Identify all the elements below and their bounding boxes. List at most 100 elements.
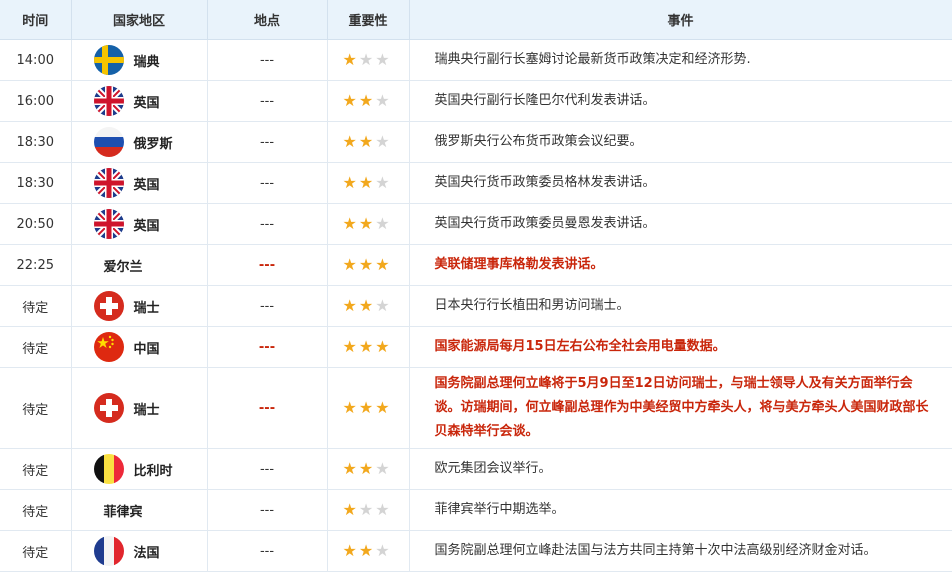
event-cell: 英国央行货币政策委员曼恩发表讲话。 bbox=[409, 203, 952, 245]
event-cell: 欧元集团会议举行。 bbox=[409, 448, 952, 490]
table-row: 待定 法国 --- ★ ★ ★ 国务院副总理何立峰赴法国与法方共同主持第十次中法高级别经济财… bbox=[0, 530, 952, 572]
star-filled-icon: ★ bbox=[358, 295, 374, 315]
importance-rating: ★ ★ ★ bbox=[327, 80, 410, 122]
time-cell: 22:25 bbox=[0, 244, 72, 286]
time-cell: 待定 bbox=[0, 448, 72, 490]
event-cell: 日本央行行长植田和男访问瑞士。 bbox=[409, 285, 952, 327]
star-filled-icon: ★ bbox=[342, 397, 357, 417]
star-filled-icon: ★ bbox=[358, 458, 374, 478]
time-cell: 14:00 bbox=[0, 39, 72, 81]
country-name: 菲律宾 bbox=[103, 504, 143, 520]
switzerland-flag-icon bbox=[93, 393, 124, 423]
table-row: 待定 瑞士 --- ★ ★ ★ 日本央行行长植田和男访问瑞士。 bbox=[0, 285, 952, 327]
place-cell: --- bbox=[207, 203, 328, 245]
star-filled-icon: ★ bbox=[358, 540, 374, 560]
russia-flag-icon bbox=[93, 127, 124, 157]
country-name: 法国 bbox=[133, 545, 160, 561]
country-cell: 中国 bbox=[71, 326, 208, 368]
place-cell: --- bbox=[207, 162, 328, 204]
country-cell: 爱尔兰 bbox=[71, 244, 208, 286]
event-cell: 英国央行副行长隆巴尔代利发表讲话。 bbox=[409, 80, 952, 122]
star-filled-icon: ★ bbox=[358, 213, 374, 233]
table-row: 14:00 瑞典 --- ★ ★ ★ 瑞典央行副行长塞姆讨论最新货币政策决定和经济形势. bbox=[0, 39, 952, 81]
header-time: 时间 bbox=[0, 0, 72, 40]
time-cell: 待定 bbox=[0, 530, 72, 572]
country-name: 英国 bbox=[133, 95, 160, 111]
star-filled-icon: ★ bbox=[342, 90, 357, 110]
country-cell: 英国 bbox=[71, 162, 208, 204]
star-empty-icon: ★ bbox=[375, 131, 390, 151]
time-cell: 18:30 bbox=[0, 121, 72, 163]
importance-rating: ★ ★ ★ bbox=[327, 285, 410, 327]
place-cell: --- bbox=[207, 530, 328, 572]
country-name: 爱尔兰 bbox=[103, 259, 143, 275]
country-cell: 法国 bbox=[71, 530, 208, 572]
star-empty-icon: ★ bbox=[358, 49, 374, 69]
table-body: 14:00 瑞典 --- ★ ★ ★ 瑞典央行副行长塞姆讨论最新货币政策决定和经济形势. 16… bbox=[0, 39, 952, 572]
star-filled-icon: ★ bbox=[375, 336, 390, 356]
country-name: 中国 bbox=[133, 341, 160, 357]
table-row: 待定 比利时 --- ★ ★ ★ 欧元集团会议举行。 bbox=[0, 448, 952, 490]
country-name: 俄罗斯 bbox=[133, 136, 173, 152]
header-country: 国家地区 bbox=[71, 0, 208, 40]
time-cell: 待定 bbox=[0, 489, 72, 531]
country-cell: 比利时 bbox=[71, 448, 208, 490]
star-empty-icon: ★ bbox=[375, 213, 390, 233]
star-filled-icon: ★ bbox=[342, 213, 357, 233]
time-cell: 待定 bbox=[0, 326, 72, 368]
sweden-flag-icon bbox=[93, 45, 124, 75]
country-cell: 瑞士 bbox=[71, 367, 208, 449]
country-cell: 俄罗斯 bbox=[71, 121, 208, 163]
star-filled-icon: ★ bbox=[342, 295, 357, 315]
place-cell: --- bbox=[207, 39, 328, 81]
importance-rating: ★ ★ ★ bbox=[327, 203, 410, 245]
country-name: 瑞士 bbox=[133, 300, 160, 316]
star-empty-icon: ★ bbox=[358, 499, 374, 519]
time-cell: 待定 bbox=[0, 367, 72, 449]
table-row: 18:30 英国 --- ★ ★ ★ 英国央行货币政策委员格林发表讲话。 bbox=[0, 162, 952, 204]
place-cell: --- bbox=[207, 448, 328, 490]
star-filled-icon: ★ bbox=[358, 397, 374, 417]
place-cell: --- bbox=[207, 367, 328, 449]
event-cell: 美联储理事库格勒发表讲话。 bbox=[409, 244, 952, 286]
table-row: 待定 瑞士 --- ★ ★ ★ 国务院副总理何立峰将于5月9日至12日访问瑞士，与瑞士领导人… bbox=[0, 367, 952, 449]
china-flag-icon bbox=[93, 332, 124, 362]
event-cell: 菲律宾举行中期选举。 bbox=[409, 489, 952, 531]
country-name: 瑞典 bbox=[133, 54, 160, 70]
time-cell: 16:00 bbox=[0, 80, 72, 122]
belgium-flag-icon bbox=[93, 454, 124, 484]
star-filled-icon: ★ bbox=[358, 172, 374, 192]
place-cell: --- bbox=[207, 285, 328, 327]
header-importance: 重要性 bbox=[327, 0, 410, 40]
time-cell: 18:30 bbox=[0, 162, 72, 204]
star-filled-icon: ★ bbox=[342, 131, 357, 151]
event-cell: 国家能源局每月15日左右公布全社会用电量数据。 bbox=[409, 326, 952, 368]
header-event: 事件 bbox=[409, 0, 952, 40]
france-flag-icon bbox=[93, 536, 124, 566]
star-empty-icon: ★ bbox=[375, 499, 390, 519]
time-cell: 20:50 bbox=[0, 203, 72, 245]
header-row: 时间 国家地区 地点 重要性 事件 bbox=[0, 0, 952, 40]
star-empty-icon: ★ bbox=[375, 49, 390, 69]
importance-rating: ★ ★ ★ bbox=[327, 489, 410, 531]
place-cell: --- bbox=[207, 326, 328, 368]
place-cell: --- bbox=[207, 80, 328, 122]
header-place: 地点 bbox=[207, 0, 328, 40]
country-cell: 瑞典 bbox=[71, 39, 208, 81]
importance-rating: ★ ★ ★ bbox=[327, 121, 410, 163]
table-row: 16:00 英国 --- ★ ★ ★ 英国央行副行长隆巴尔代利发表讲话。 bbox=[0, 80, 952, 122]
country-name: 英国 bbox=[133, 177, 160, 193]
country-cell: 英国 bbox=[71, 203, 208, 245]
star-empty-icon: ★ bbox=[375, 172, 390, 192]
importance-rating: ★ ★ ★ bbox=[327, 162, 410, 204]
star-filled-icon: ★ bbox=[342, 540, 357, 560]
star-filled-icon: ★ bbox=[358, 90, 374, 110]
star-filled-icon: ★ bbox=[358, 131, 374, 151]
event-cell: 英国央行货币政策委员格林发表讲话。 bbox=[409, 162, 952, 204]
country-cell: 英国 bbox=[71, 80, 208, 122]
uk-flag-icon bbox=[93, 86, 124, 116]
star-filled-icon: ★ bbox=[342, 499, 357, 519]
table-row: 待定 中国 --- ★ ★ ★ 国家能源局每月15日左右公布全社会用电量数据。 bbox=[0, 326, 952, 368]
country-name: 瑞士 bbox=[133, 402, 160, 418]
star-filled-icon: ★ bbox=[375, 254, 390, 274]
